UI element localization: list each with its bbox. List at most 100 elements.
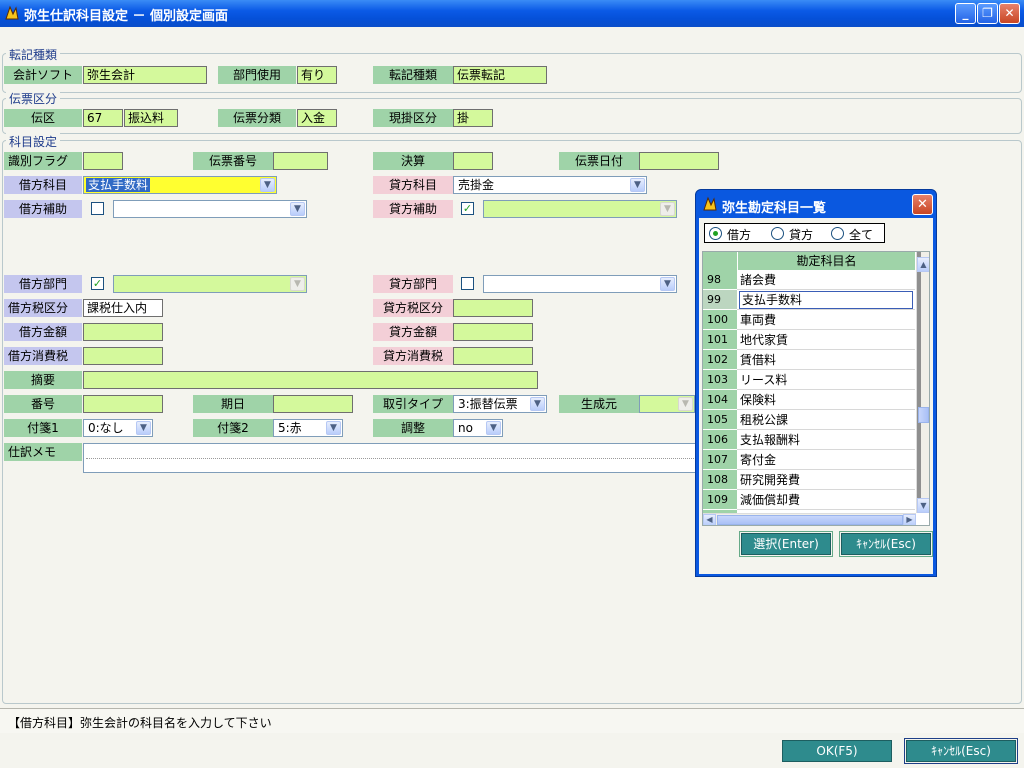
- due-date-label: 期日: [193, 395, 273, 413]
- chevron-down-icon[interactable]: ▼: [678, 397, 693, 411]
- tx-type-select[interactable]: 3:振替伝票 ▼: [453, 395, 547, 413]
- dialog-close-button[interactable]: ✕: [912, 194, 933, 215]
- settlement-label: 決算: [373, 152, 453, 170]
- account-list-dialog[interactable]: 弥生勘定科目一覧 ✕ 借方 貸方 全て 勘定科目名 98 諸会費 99 支払手数料 10…: [695, 189, 937, 577]
- list-item[interactable]: 102 賃借料: [703, 350, 915, 370]
- software-field[interactable]: 弥生会計: [83, 66, 207, 84]
- debit-dept-checkbox[interactable]: ✓: [91, 277, 104, 290]
- number-column-header: [703, 252, 737, 270]
- memo-textarea[interactable]: [83, 443, 698, 473]
- credit-ctax-field[interactable]: [453, 347, 533, 365]
- credit-sub-select[interactable]: ▼: [483, 200, 677, 218]
- list-item-name: 租税公課: [740, 413, 789, 427]
- list-item[interactable]: 104 保険料: [703, 390, 915, 410]
- chevron-down-icon[interactable]: ▼: [660, 202, 675, 216]
- list-item[interactable]: 108 研究開発費: [703, 470, 915, 490]
- summary-field[interactable]: [83, 371, 538, 389]
- credit-account-select[interactable]: 売掛金 ▼: [453, 176, 647, 194]
- chevron-down-icon[interactable]: ▼: [290, 202, 305, 216]
- list-item[interactable]: 105 租税公課: [703, 410, 915, 430]
- slip-number-field[interactable]: [273, 152, 328, 170]
- debit-sub-select[interactable]: ▼: [113, 200, 307, 218]
- tag2-select[interactable]: 5:赤 ▼: [273, 419, 343, 437]
- horizontal-scrollbar[interactable]: ◀ ▶: [703, 513, 916, 525]
- chevron-down-icon[interactable]: ▼: [486, 421, 501, 435]
- slip-ku-code-field[interactable]: 67: [83, 109, 123, 127]
- list-item-name: 寄付金: [740, 453, 777, 467]
- list-item-name: 保険料: [740, 393, 777, 407]
- list-item[interactable]: 98 諸会費: [703, 270, 915, 290]
- status-bar: 【借方科目】弥生会計の科目名を入力して下さい: [0, 708, 1024, 733]
- dialog-title: 弥生勘定科目一覧: [722, 201, 827, 216]
- chevron-down-icon[interactable]: ▼: [290, 277, 305, 291]
- chevron-down-icon[interactable]: ▼: [530, 397, 545, 411]
- chevron-down-icon[interactable]: ▼: [660, 277, 675, 291]
- adjust-label: 調整: [373, 419, 453, 437]
- debit-dept-select[interactable]: ▼: [113, 275, 307, 293]
- slip-class-field[interactable]: 入金: [297, 109, 337, 127]
- posting-group-label: 転記種類: [6, 46, 61, 63]
- scroll-down-icon[interactable]: ▼: [917, 498, 929, 513]
- slip-date-field[interactable]: [639, 152, 719, 170]
- scroll-left-icon[interactable]: ◀: [703, 514, 716, 525]
- list-item[interactable]: 99 支払手数料: [703, 290, 915, 310]
- dept-use-field[interactable]: 有り: [297, 66, 337, 84]
- chevron-down-icon[interactable]: ▼: [136, 421, 151, 435]
- credit-amount-field[interactable]: [453, 323, 533, 341]
- origin-select[interactable]: ▼: [639, 395, 695, 413]
- ok-button[interactable]: OK(F5): [782, 740, 892, 762]
- cash-class-field[interactable]: 掛: [453, 109, 493, 127]
- restore-button[interactable]: ❐: [977, 3, 998, 24]
- list-item[interactable]: 107 寄付金: [703, 450, 915, 470]
- credit-dept-select[interactable]: ▼: [483, 275, 677, 293]
- vertical-scrollbar[interactable]: ▲ ▼: [916, 252, 929, 513]
- number-field[interactable]: [83, 395, 163, 413]
- radio-credit-label: 貸方: [789, 228, 814, 242]
- list-item-name: 地代家賃: [740, 333, 789, 347]
- due-date-field[interactable]: [273, 395, 353, 413]
- flag-field[interactable]: [83, 152, 123, 170]
- slip-ku-name-field[interactable]: 振込料: [124, 109, 178, 127]
- credit-dept-checkbox[interactable]: [461, 277, 474, 290]
- debit-tax-field[interactable]: 課税仕入内: [83, 299, 163, 317]
- close-button[interactable]: ✕: [999, 3, 1020, 24]
- scroll-up-icon[interactable]: ▲: [917, 257, 929, 272]
- list-item-name: 研究開発費: [740, 473, 801, 487]
- scroll-thumb[interactable]: [918, 407, 929, 423]
- select-button[interactable]: 選択(Enter): [739, 531, 833, 557]
- debit-ctax-field[interactable]: [83, 347, 163, 365]
- minimize-button[interactable]: _: [955, 3, 976, 24]
- credit-ctax-label: 貸方消費税: [373, 347, 453, 365]
- chevron-down-icon[interactable]: ▼: [260, 178, 275, 192]
- list-item[interactable]: 103 リース料: [703, 370, 915, 390]
- h-scroll-thumb[interactable]: [717, 515, 903, 525]
- posting-type-field[interactable]: 伝票転記: [453, 66, 547, 84]
- debit-sub-checkbox[interactable]: [91, 202, 104, 215]
- settlement-field[interactable]: [453, 152, 493, 170]
- chevron-down-icon[interactable]: ▼: [630, 178, 645, 192]
- software-label: 会計ソフト: [4, 66, 82, 84]
- list-item[interactable]: 101 地代家賃: [703, 330, 915, 350]
- dialog-cancel-button[interactable]: ｷｬﾝｾﾙ(Esc): [839, 531, 933, 557]
- list-item[interactable]: 100 車両費: [703, 310, 915, 330]
- status-message: 【借方科目】弥生会計の科目名を入力して下さい: [8, 716, 272, 730]
- tag1-select[interactable]: 0:なし ▼: [83, 419, 153, 437]
- account-list[interactable]: 勘定科目名 98 諸会費 99 支払手数料 100 車両費 101 地代家賃 102 賃借料 103…: [702, 251, 930, 526]
- tx-type-value: 3:振替伝票: [458, 397, 518, 411]
- cancel-button[interactable]: ｷｬﾝｾﾙ(Esc): [904, 738, 1018, 764]
- credit-sub-checkbox[interactable]: ✓: [461, 202, 474, 215]
- debit-account-select[interactable]: 支払手数料 ▼: [83, 176, 277, 194]
- dialog-title-bar[interactable]: 弥生勘定科目一覧 ✕: [696, 190, 936, 218]
- origin-label: 生成元: [559, 395, 639, 413]
- title-bar[interactable]: 弥生仕訳科目設定 － 個別設定画面 _ ❐ ✕: [0, 0, 1024, 27]
- filter-radio-group: 借方 貸方 全て: [704, 223, 885, 243]
- chevron-down-icon[interactable]: ▼: [326, 421, 341, 435]
- adjust-select[interactable]: no ▼: [453, 419, 503, 437]
- debit-sub-label: 借方補助: [4, 200, 82, 218]
- debit-amount-field[interactable]: [83, 323, 163, 341]
- credit-tax-field[interactable]: [453, 299, 533, 317]
- list-item[interactable]: 106 支払報酬料: [703, 430, 915, 450]
- number-label: 番号: [4, 395, 82, 413]
- list-item[interactable]: 109 減価償却費: [703, 490, 915, 510]
- scroll-right-icon[interactable]: ▶: [903, 514, 916, 525]
